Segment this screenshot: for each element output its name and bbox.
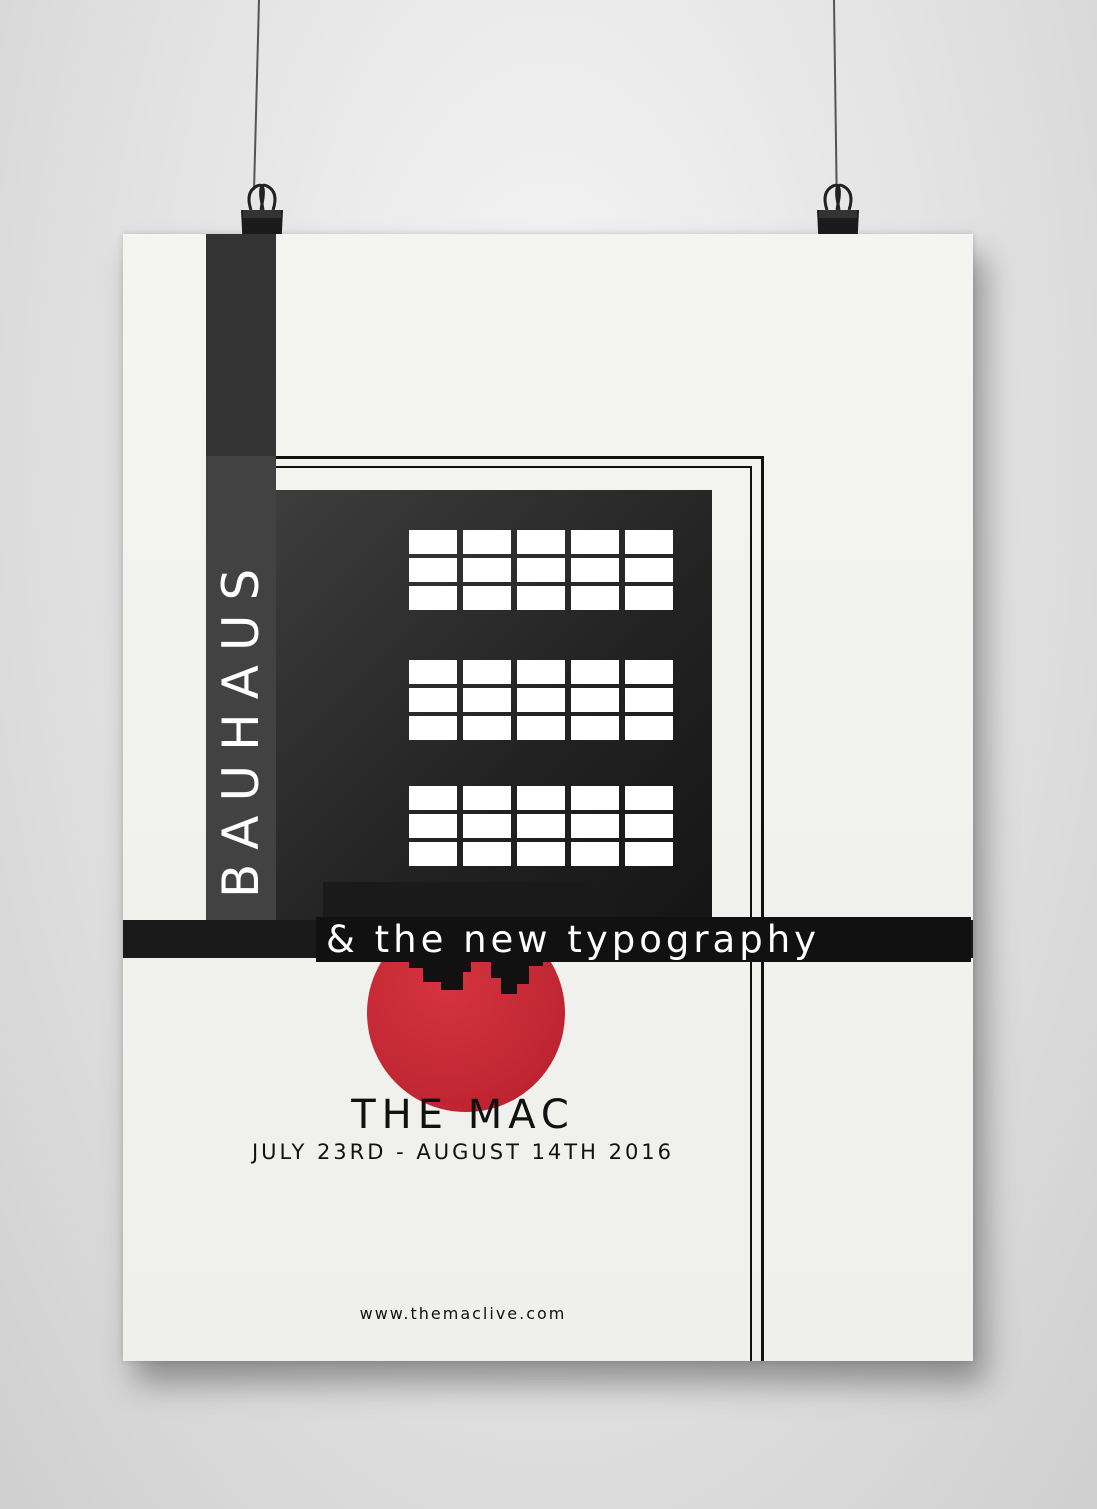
vertical-title: BAUHAUS bbox=[212, 554, 270, 898]
window-pane bbox=[625, 716, 673, 740]
window-pane bbox=[625, 688, 673, 712]
window-pane bbox=[409, 688, 457, 712]
window-pane bbox=[409, 558, 457, 582]
frame-line-outer-top bbox=[276, 456, 764, 459]
window-grid bbox=[409, 530, 673, 880]
window-pane bbox=[409, 660, 457, 684]
band-top-block bbox=[323, 882, 615, 922]
window-pane bbox=[571, 688, 619, 712]
building-shape bbox=[276, 490, 712, 920]
window-pane bbox=[625, 586, 673, 610]
window-pane bbox=[625, 660, 673, 684]
hanging-wire-right bbox=[833, 0, 838, 190]
window-pane bbox=[409, 530, 457, 554]
window-pane bbox=[571, 716, 619, 740]
window-pane bbox=[409, 786, 457, 810]
event-dates: JULY 23RD - AUGUST 14TH 2016 bbox=[251, 1140, 675, 1164]
hanging-wire-left bbox=[253, 0, 260, 190]
window-pane bbox=[463, 814, 511, 838]
window-pane bbox=[571, 814, 619, 838]
window-pane bbox=[517, 660, 565, 684]
window-pane bbox=[463, 786, 511, 810]
subtitle: & the new typography bbox=[326, 918, 821, 961]
website-link[interactable]: www.themaclive.com bbox=[123, 1304, 803, 1323]
window-pane bbox=[517, 716, 565, 740]
window-pane bbox=[625, 558, 673, 582]
window-pane bbox=[571, 586, 619, 610]
window-pane bbox=[517, 842, 565, 866]
window-pane bbox=[463, 586, 511, 610]
frame-line-inner-top bbox=[276, 466, 752, 468]
window-pane bbox=[409, 586, 457, 610]
window-pane bbox=[571, 660, 619, 684]
window-pane bbox=[463, 716, 511, 740]
frame-line-outer-right bbox=[761, 456, 764, 1361]
window-pane bbox=[625, 814, 673, 838]
window-pane bbox=[517, 688, 565, 712]
venue-title: THE MAC bbox=[351, 1092, 575, 1138]
window-pane bbox=[571, 530, 619, 554]
window-pane bbox=[625, 786, 673, 810]
window-pane bbox=[517, 530, 565, 554]
window-pane bbox=[463, 688, 511, 712]
window-pane bbox=[517, 786, 565, 810]
window-pane bbox=[517, 814, 565, 838]
frame-line-inner-right bbox=[750, 466, 752, 1361]
window-pane bbox=[463, 842, 511, 866]
window-pane bbox=[409, 842, 457, 866]
poster: & the new typography BAUHAUS THE MAC JUL… bbox=[123, 234, 973, 1361]
window-pane bbox=[463, 558, 511, 582]
window-pane bbox=[409, 716, 457, 740]
window-pane bbox=[463, 530, 511, 554]
window-pane bbox=[571, 842, 619, 866]
window-pane bbox=[571, 786, 619, 810]
window-pane bbox=[571, 558, 619, 582]
window-pane bbox=[517, 586, 565, 610]
subtitle-band: & the new typography bbox=[316, 917, 971, 962]
window-pane bbox=[625, 530, 673, 554]
vertical-title-wrap: BAUHAUS bbox=[206, 456, 276, 920]
window-pane bbox=[463, 660, 511, 684]
window-pane bbox=[409, 814, 457, 838]
window-pane bbox=[517, 558, 565, 582]
window-pane bbox=[625, 842, 673, 866]
